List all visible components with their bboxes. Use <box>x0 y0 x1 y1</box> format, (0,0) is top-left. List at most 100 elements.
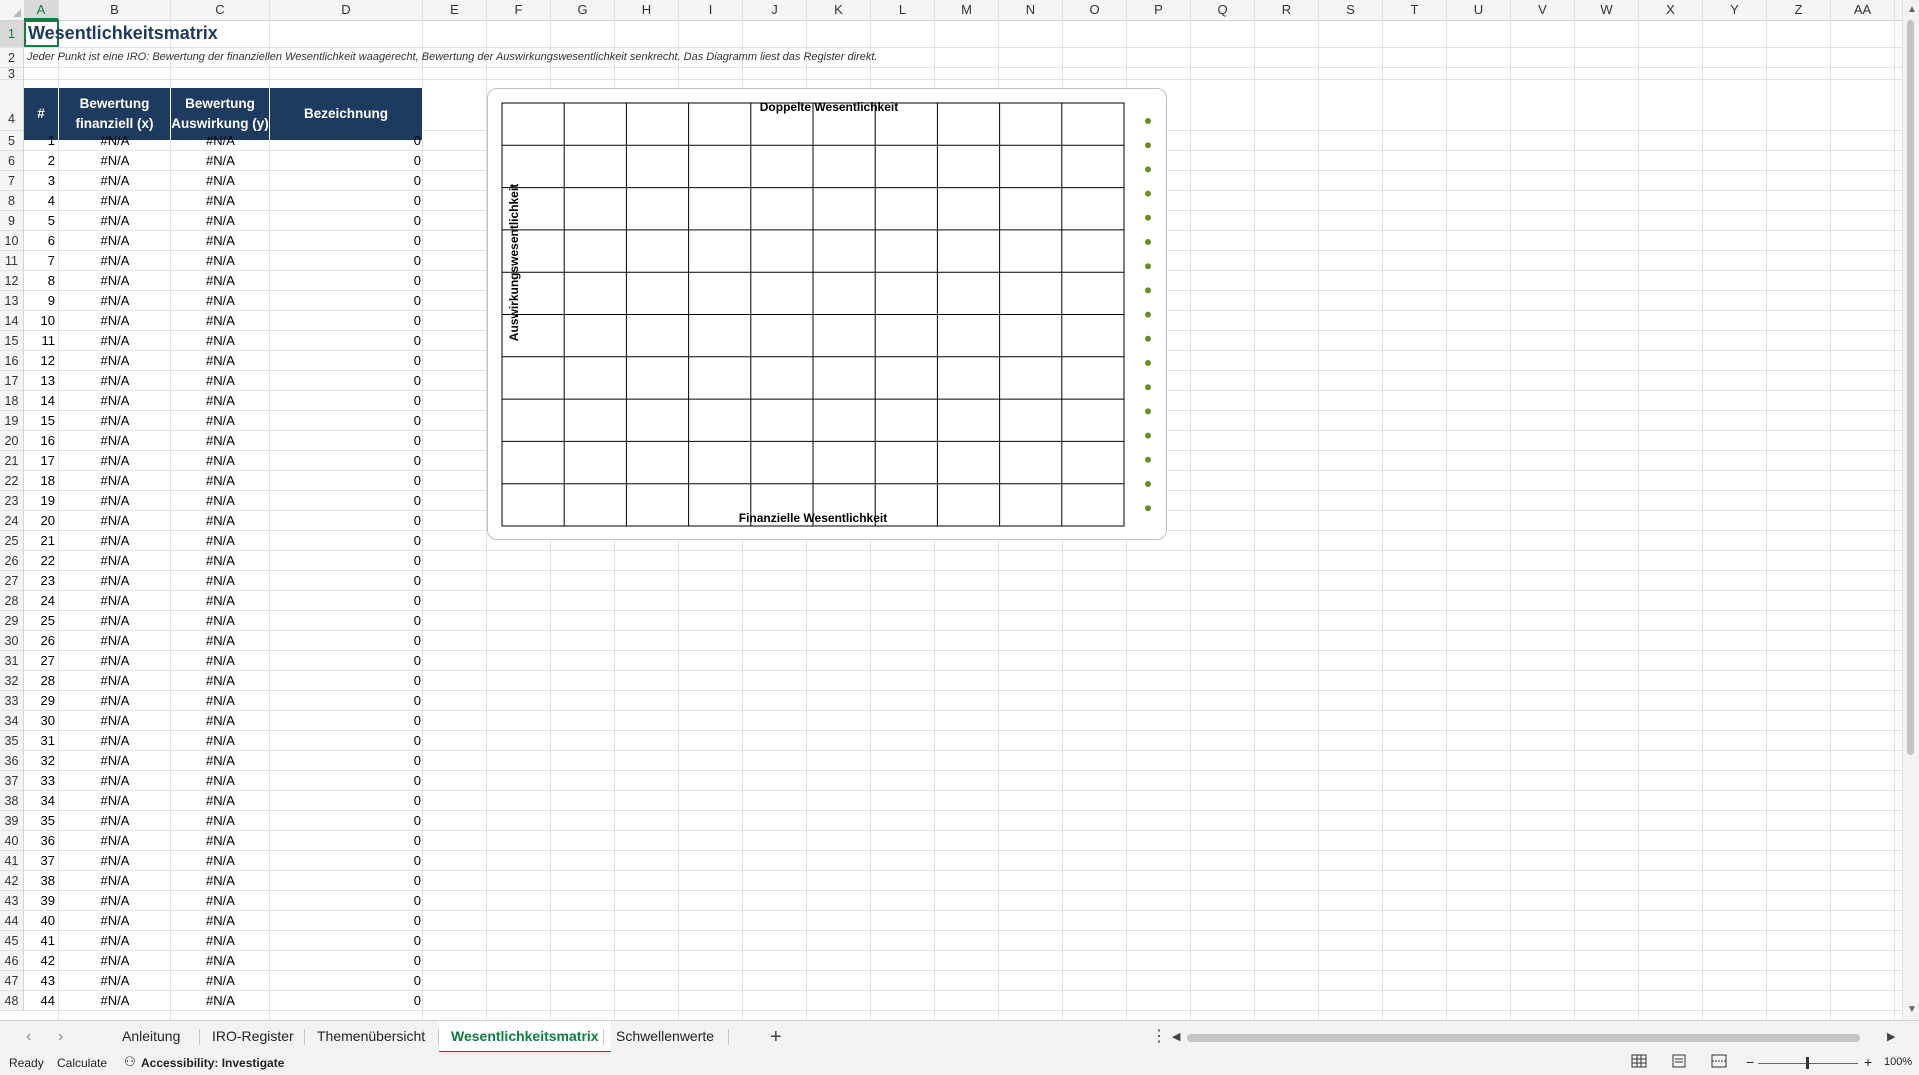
row-header-35[interactable]: 35 <box>0 731 24 751</box>
table-cell[interactable]: 0 <box>270 331 423 351</box>
table-cell[interactable]: #N/A <box>171 751 270 771</box>
page-layout-icon[interactable] <box>1671 1054 1687 1071</box>
table-cell[interactable]: 20 <box>24 511 59 531</box>
row-header-30[interactable]: 30 <box>0 631 24 651</box>
table-cell[interactable]: #N/A <box>171 391 270 411</box>
table-cell[interactable]: 0 <box>270 711 423 731</box>
column-header-t[interactable]: T <box>1383 0 1447 20</box>
table-cell[interactable]: 0 <box>270 971 423 991</box>
table-cell[interactable]: 41 <box>24 931 59 951</box>
table-cell[interactable]: #N/A <box>171 951 270 971</box>
table-cell[interactable]: 0 <box>270 851 423 871</box>
table-cell[interactable]: 0 <box>270 611 423 631</box>
table-cell[interactable]: 33 <box>24 771 59 791</box>
table-cell[interactable]: #N/A <box>59 931 171 951</box>
table-cell[interactable]: #N/A <box>171 731 270 751</box>
column-header-x[interactable]: X <box>1639 0 1703 20</box>
table-cell[interactable]: 26 <box>24 631 59 651</box>
row-header-25[interactable]: 25 <box>0 531 24 551</box>
row-header-12[interactable]: 12 <box>0 271 24 291</box>
table-cell[interactable]: #N/A <box>59 131 171 151</box>
row-header-10[interactable]: 10 <box>0 231 24 251</box>
table-cell[interactable]: 6 <box>24 231 59 251</box>
table-cell[interactable]: 0 <box>270 631 423 651</box>
table-cell[interactable]: #N/A <box>171 591 270 611</box>
row-header-18[interactable]: 18 <box>0 391 24 411</box>
table-cell[interactable]: 0 <box>270 671 423 691</box>
row-header-33[interactable]: 33 <box>0 691 24 711</box>
column-header-b[interactable]: B <box>59 0 171 20</box>
table-cell[interactable]: #N/A <box>59 651 171 671</box>
materiality-chart[interactable]: Doppelte Wesentlichkeit Finanzielle Wesen… <box>487 88 1167 540</box>
table-cell[interactable]: 36 <box>24 831 59 851</box>
table-cell[interactable]: #N/A <box>59 191 171 211</box>
vertical-scrollbar[interactable]: ▲ ▼ <box>1902 0 1919 1020</box>
tab-next-icon[interactable]: › <box>58 1021 63 1053</box>
table-cell[interactable]: 37 <box>24 851 59 871</box>
row-header-47[interactable]: 47 <box>0 971 24 991</box>
worksheet[interactable]: A B C D E F G H I J K L M N O P Q R S T U V W X Y Z AA 1 2 3 4 5 6 7 8 9 10… <box>0 0 1902 1020</box>
table-cell[interactable]: #N/A <box>171 771 270 791</box>
table-cell[interactable]: 3 <box>24 171 59 191</box>
row-header-43[interactable]: 43 <box>0 891 24 911</box>
table-cell[interactable]: 31 <box>24 731 59 751</box>
row-header-21[interactable]: 21 <box>0 451 24 471</box>
table-cell[interactable]: #N/A <box>171 891 270 911</box>
column-header-h[interactable]: H <box>615 0 679 20</box>
table-cell[interactable]: 0 <box>270 231 423 251</box>
table-cell[interactable]: #N/A <box>171 351 270 371</box>
table-cell[interactable]: #N/A <box>59 531 171 551</box>
table-cell[interactable]: #N/A <box>171 911 270 931</box>
column-header-d[interactable]: D <box>270 0 423 20</box>
table-cell[interactable]: #N/A <box>171 171 270 191</box>
table-cell[interactable]: 0 <box>270 691 423 711</box>
table-cell[interactable]: 0 <box>270 191 423 211</box>
table-cell[interactable]: #N/A <box>59 351 171 371</box>
table-cell[interactable]: #N/A <box>171 291 270 311</box>
table-cell[interactable]: 0 <box>270 831 423 851</box>
table-cell[interactable]: 0 <box>270 551 423 571</box>
column-header-u[interactable]: U <box>1447 0 1511 20</box>
row-header-36[interactable]: 36 <box>0 751 24 771</box>
column-header-e[interactable]: E <box>423 0 487 20</box>
row-header-29[interactable]: 29 <box>0 611 24 631</box>
table-cell[interactable]: 5 <box>24 211 59 231</box>
table-cell[interactable]: #N/A <box>171 811 270 831</box>
table-cell[interactable]: 0 <box>270 351 423 371</box>
table-cell[interactable]: #N/A <box>59 971 171 991</box>
column-header-k[interactable]: K <box>807 0 871 20</box>
table-cell[interactable]: 18 <box>24 471 59 491</box>
table-cell[interactable]: #N/A <box>171 551 270 571</box>
table-cell[interactable]: 11 <box>24 331 59 351</box>
scroll-down-icon[interactable]: ▼ <box>1907 1004 1917 1015</box>
row-header-3[interactable]: 3 <box>0 68 24 80</box>
table-cell[interactable]: #N/A <box>59 951 171 971</box>
table-cell[interactable]: #N/A <box>59 371 171 391</box>
table-cell[interactable]: #N/A <box>59 631 171 651</box>
table-cell[interactable]: 22 <box>24 551 59 571</box>
row-header-20[interactable]: 20 <box>0 431 24 451</box>
table-cell[interactable]: #N/A <box>171 411 270 431</box>
table-cell[interactable]: 0 <box>270 311 423 331</box>
normal-view-icon[interactable] <box>1631 1054 1647 1071</box>
row-header-6[interactable]: 6 <box>0 151 24 171</box>
table-cell[interactable]: #N/A <box>59 271 171 291</box>
column-header-i[interactable]: I <box>679 0 743 20</box>
sheet-tab-0[interactable]: Anleitung <box>110 1021 192 1053</box>
row-header-45[interactable]: 45 <box>0 931 24 951</box>
table-cell[interactable]: 0 <box>270 951 423 971</box>
table-cell[interactable]: #N/A <box>59 891 171 911</box>
row-header-8[interactable]: 8 <box>0 191 24 211</box>
column-header-f[interactable]: F <box>487 0 551 20</box>
sheet-subtitle[interactable]: Jeder Punkt ist eine IRO: Bewertung der … <box>27 51 877 63</box>
table-cell[interactable]: #N/A <box>59 611 171 631</box>
table-cell[interactable]: #N/A <box>59 831 171 851</box>
column-header-g[interactable]: G <box>551 0 615 20</box>
column-header-j[interactable]: J <box>743 0 807 20</box>
table-cell[interactable]: 34 <box>24 791 59 811</box>
table-cell[interactable]: #N/A <box>59 771 171 791</box>
table-cell[interactable]: 0 <box>270 251 423 271</box>
table-cell[interactable]: 19 <box>24 491 59 511</box>
table-cell[interactable]: 0 <box>270 771 423 791</box>
page-break-icon[interactable] <box>1711 1054 1727 1071</box>
